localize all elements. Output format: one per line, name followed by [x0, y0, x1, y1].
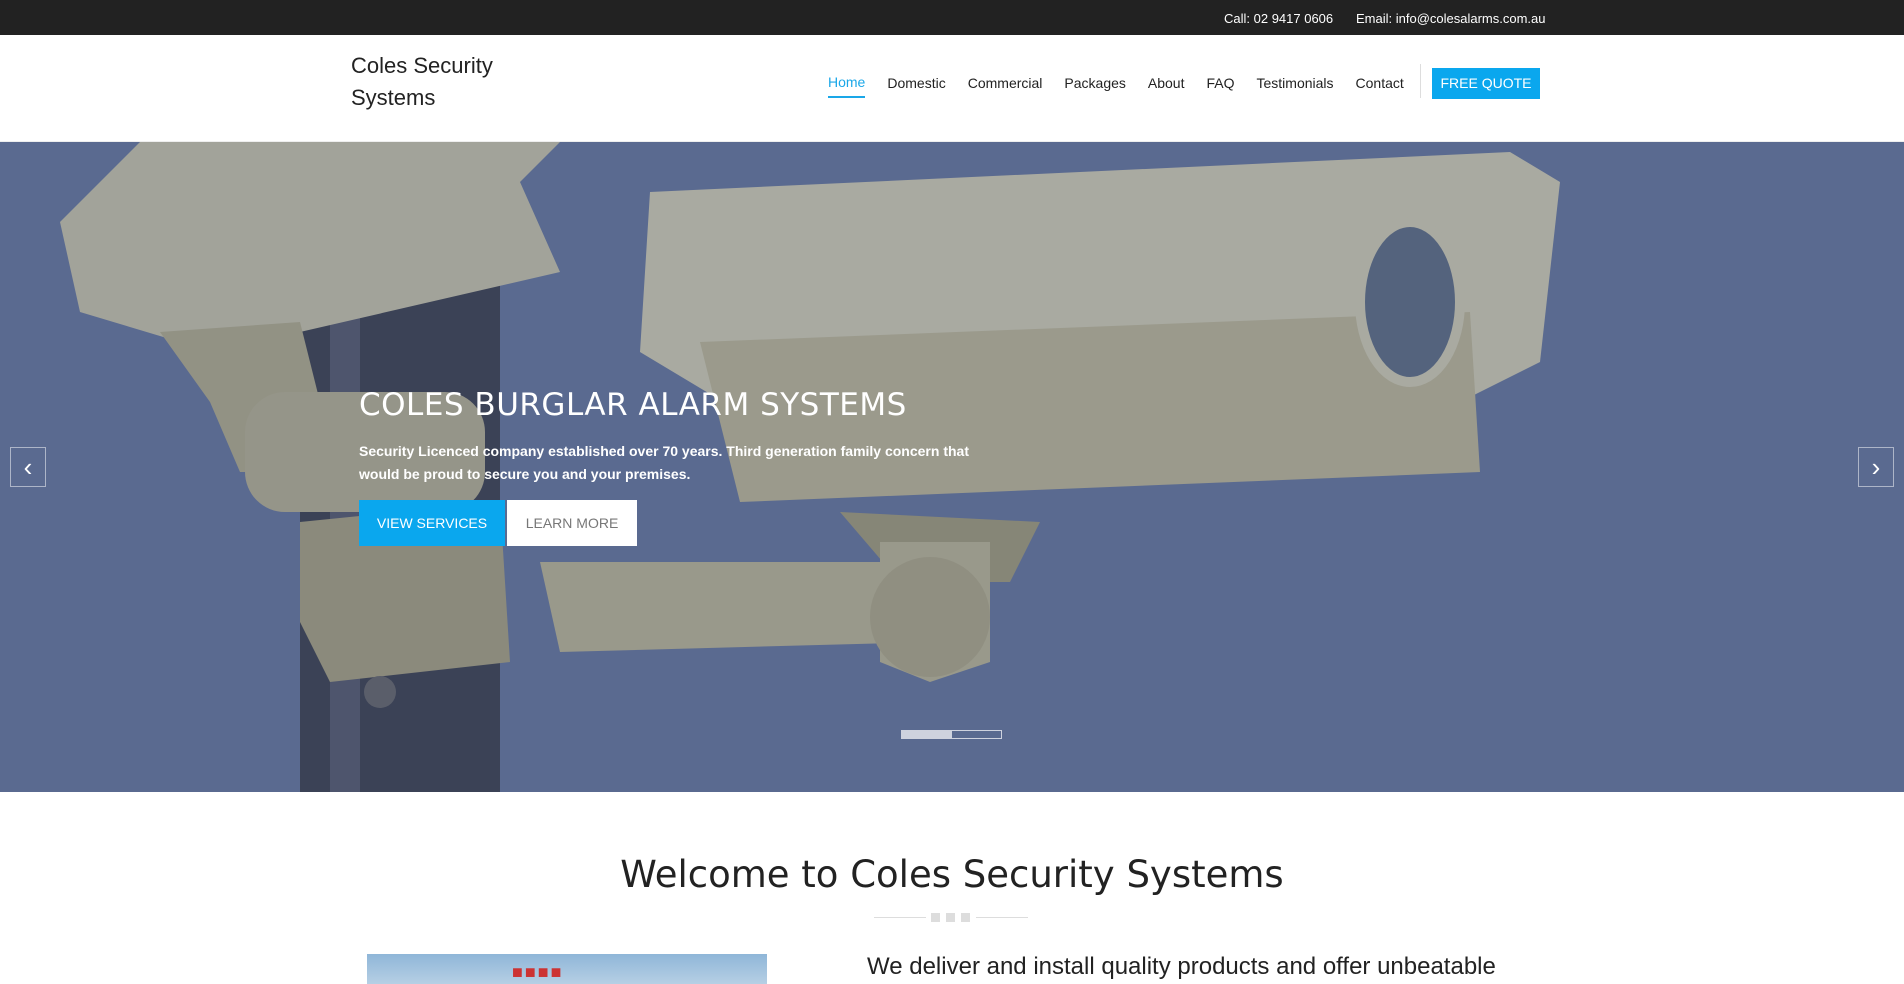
divider-square — [961, 913, 970, 922]
nav-packages[interactable]: Packages — [1064, 75, 1125, 97]
slider-progress-bar[interactable] — [901, 730, 1002, 739]
nav-about[interactable]: About — [1148, 75, 1185, 97]
free-quote-button[interactable]: FREE QUOTE — [1432, 68, 1540, 99]
nav-home[interactable]: Home — [828, 74, 866, 98]
welcome-image: ■■■■ — [367, 954, 767, 984]
section-divider — [874, 913, 1030, 923]
main-nav: Home Domestic Commercial Packages About … — [828, 64, 1437, 98]
learn-more-button[interactable]: LEARN MORE — [507, 500, 637, 546]
site-logo[interactable]: Coles Security Systems — [351, 50, 531, 114]
hero-description: Security Licenced company established ov… — [359, 443, 969, 482]
site-header: Coles Security Systems Home Domestic Com… — [0, 35, 1904, 142]
hero-title: COLES BURGLAR ALARM SYSTEMS — [359, 387, 907, 423]
welcome-heading: Welcome to Coles Security Systems — [620, 853, 1284, 896]
chevron-left-icon: ‹ — [23, 452, 33, 482]
nav-divider — [1419, 64, 1421, 98]
phone-number[interactable]: Call: 02 9417 0606 — [1224, 11, 1333, 26]
welcome-subheading: We deliver and install quality products … — [867, 953, 1496, 980]
nav-testimonials[interactable]: Testimonials — [1257, 75, 1334, 97]
view-services-button[interactable]: VIEW SERVICES — [359, 500, 505, 546]
divider-line-left — [874, 917, 926, 918]
chevron-right-icon: › — [1871, 452, 1881, 482]
email-address[interactable]: Email: info@colesalarms.com.au — [1356, 11, 1545, 26]
nav-commercial[interactable]: Commercial — [968, 75, 1043, 97]
divider-square — [931, 913, 940, 922]
divider-square — [946, 913, 955, 922]
divider-line-right — [976, 917, 1028, 918]
slider-prev-button[interactable]: ‹ — [10, 447, 46, 487]
welcome-image-sign: ■■■■ — [512, 962, 564, 982]
nav-faq[interactable]: FAQ — [1206, 75, 1234, 97]
slider-next-button[interactable]: › — [1858, 447, 1894, 487]
nav-domestic[interactable]: Domestic — [887, 75, 945, 97]
slider-progress-fill — [902, 731, 952, 738]
hero-slider: COLES BURGLAR ALARM SYSTEMS Security Lic… — [0, 142, 1904, 792]
top-bar: Call: 02 9417 0606 Email: info@colesalar… — [0, 0, 1904, 35]
nav-contact[interactable]: Contact — [1356, 75, 1404, 97]
